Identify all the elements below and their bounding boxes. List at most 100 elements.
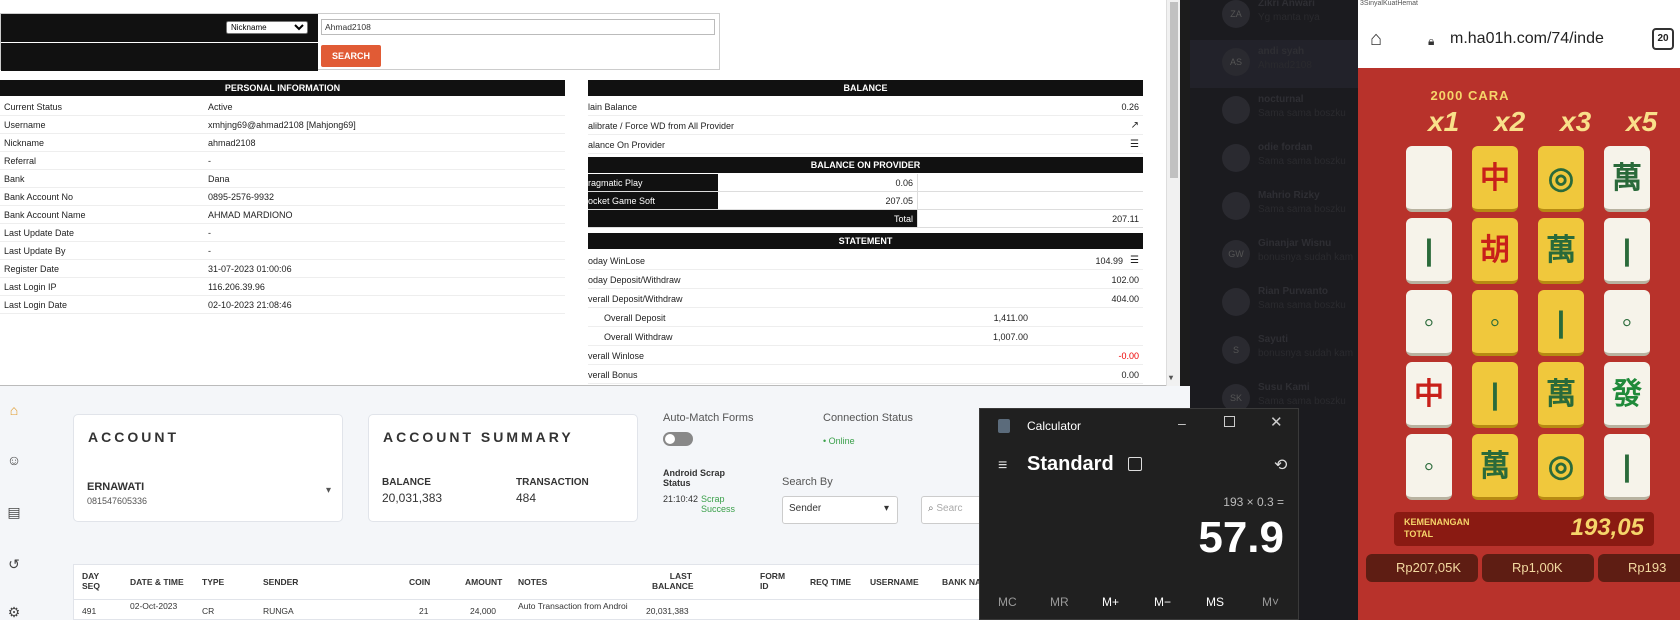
- list-item[interactable]: nocturnal Sama sama boszku: [1190, 88, 1358, 136]
- automatch-toggle[interactable]: [663, 432, 693, 446]
- balance-value: 20,031,383: [382, 491, 443, 505]
- account-phone: 081547605336: [87, 496, 148, 506]
- list-item[interactable]: S Sayuti bonusnya sudah kam: [1190, 328, 1358, 376]
- col-req-time[interactable]: REQ TIME: [810, 577, 851, 587]
- status-bar: 3SinyalKuatHemat: [1358, 0, 1680, 12]
- list-item[interactable]: Mahrio Rizky Sama sama boszku: [1190, 184, 1358, 232]
- col-type[interactable]: TYPE: [202, 577, 224, 587]
- mc-button[interactable]: MC: [998, 595, 1017, 609]
- ms-button[interactable]: MS: [1206, 595, 1224, 609]
- search-field-select[interactable]: Nickname: [226, 21, 308, 34]
- balance-title: BALANCE: [588, 80, 1143, 96]
- search-button[interactable]: SEARCH: [321, 45, 381, 67]
- menu-icon[interactable]: ≡: [998, 457, 1007, 475]
- chat-name: Sayuti: [1258, 334, 1289, 345]
- list-item: Bank Account No 0895-2576-9932: [0, 188, 565, 206]
- list-item: Last Login Date 02-10-2023 21:08:46: [0, 296, 565, 314]
- row-label: lain Balance: [588, 102, 638, 112]
- row-value: 0.26: [1121, 102, 1139, 112]
- row-value: 104.99: [1095, 256, 1123, 266]
- history-icon[interactable]: ↺: [6, 556, 22, 572]
- list-item[interactable]: AS andi syah Ahmad2108: [1190, 40, 1358, 88]
- report-icon[interactable]: ▤: [6, 504, 22, 520]
- chat-message: Sama sama boszku: [1258, 204, 1346, 215]
- transaction-value: 484: [516, 491, 537, 505]
- row-label: Last Login Date: [4, 300, 68, 310]
- col-notes[interactable]: NOTES: [518, 577, 547, 587]
- bank-icon[interactable]: ⌂: [6, 402, 22, 418]
- chevron-down-icon[interactable]: ▾: [326, 485, 331, 496]
- chat-message: Yg manta nya: [1258, 12, 1320, 23]
- settings-icon[interactable]: ⚙: [6, 604, 22, 620]
- col-last-balance[interactable]: LAST BALANCE: [652, 571, 694, 591]
- list-item: Last Login IP 116.206.39.96: [0, 278, 565, 296]
- row-label: Last Update By: [4, 246, 66, 256]
- list-item[interactable]: odie fordan Sama sama boszku: [1190, 136, 1358, 184]
- maximize-icon[interactable]: [1224, 416, 1235, 427]
- col-bank-name[interactable]: BANK NA: [942, 577, 981, 587]
- row-value: -0.00: [1118, 351, 1139, 361]
- col-date-time[interactable]: DATE & TIME: [130, 577, 184, 587]
- cell-type: CR: [202, 606, 215, 616]
- chat-message: Sama sama boszku: [1258, 156, 1346, 167]
- on-provider-row: alance On Provider ☰: [588, 135, 1143, 154]
- m-minus-button[interactable]: M−: [1154, 595, 1171, 609]
- tabs-button[interactable]: 20: [1652, 28, 1674, 50]
- bet-chip: Rp1,00K: [1482, 554, 1594, 582]
- searchby-select[interactable]: Sender ▾: [782, 496, 898, 524]
- col-day-seq[interactable]: DAY SEQ: [82, 571, 106, 591]
- game-area[interactable]: 2000 CARA x1 x2 x3 x5 中 ◎ 萬 | 胡萬 | ◦ ◦ | ◦ 中 | 萬發 ◦ 萬 ◎…: [1358, 68, 1680, 620]
- list-icon[interactable]: ☰: [1130, 139, 1139, 150]
- scroll-down-icon[interactable]: ▾: [1169, 373, 1173, 382]
- lock-icon[interactable]: 🔒︎: [1428, 34, 1434, 49]
- mahjong-tile: ◦: [1472, 290, 1518, 356]
- users-icon[interactable]: ☺: [6, 452, 22, 468]
- row-label: Last Update Date: [4, 228, 75, 238]
- col-sender[interactable]: SENDER: [263, 577, 298, 587]
- balance-label: BALANCE: [382, 477, 431, 488]
- list-icon[interactable]: ☰: [1130, 255, 1139, 266]
- row-value: -: [208, 228, 211, 238]
- search-icon: ⌕: [928, 503, 934, 514]
- cell-date: 02-Oct-2023: [130, 601, 178, 611]
- provider-name: ragmatic Play: [588, 174, 718, 191]
- memory-list-button[interactable]: M˅: [1262, 595, 1279, 609]
- list-item[interactable]: Rian Purwanto Sama sama boszku: [1190, 280, 1358, 328]
- m-plus-button[interactable]: M+: [1102, 595, 1119, 609]
- address-field[interactable]: m.ha01h.com/74/inde: [1450, 30, 1604, 48]
- mahjong-tile: 胡: [1472, 218, 1518, 284]
- keep-on-top-icon[interactable]: [1128, 457, 1142, 471]
- col-amount[interactable]: AMOUNT: [465, 577, 502, 587]
- list-item: Nickname ahmad2108: [0, 134, 565, 152]
- close-icon[interactable]: ✕: [1270, 413, 1283, 431]
- list-item[interactable]: ZA Zikri Anwari Yg manta nya: [1190, 0, 1358, 40]
- transactions-table-header: DAY SEQ DATE & TIME TYPE SENDER COIN AMO…: [73, 564, 998, 600]
- col-username[interactable]: USERNAME: [870, 577, 919, 587]
- table-row[interactable]: 491 02-Oct-2023 CR RUNGA 21 24,000 Auto …: [73, 600, 998, 620]
- history-icon[interactable]: ⟲: [1274, 455, 1287, 475]
- mahjong-tile: 萬: [1538, 362, 1584, 428]
- chat-message: Sama sama boszku: [1258, 396, 1346, 407]
- list-item: Register Date 31-07-2023 01:00:06: [0, 260, 565, 278]
- col-coin[interactable]: COIN: [409, 577, 430, 587]
- home-icon[interactable]: ⌂: [1370, 28, 1382, 51]
- mr-button[interactable]: MR: [1050, 595, 1069, 609]
- list-item[interactable]: GW Ginanjar Wisnu bonusnya sudah kam: [1190, 232, 1358, 280]
- row-label: Last Login IP: [4, 282, 57, 292]
- scroll-thumb[interactable]: [1170, 2, 1178, 178]
- search-input[interactable]: [321, 19, 715, 35]
- scrollbar[interactable]: ▾: [1166, 0, 1180, 386]
- row-value: AHMAD MARDIONO: [208, 210, 293, 220]
- minimize-icon[interactable]: –: [1178, 415, 1186, 431]
- multiplier: x5: [1626, 106, 1658, 137]
- chat-message: Sama sama boszku: [1258, 300, 1346, 311]
- title-bar[interactable]: Calculator – ✕: [980, 409, 1300, 443]
- statement-row: verall Deposit/Withdraw 404.00: [588, 289, 1143, 308]
- balance-chip: Rp207,05K: [1366, 554, 1478, 582]
- chat-name: Rian Purwanto: [1258, 286, 1329, 297]
- share-icon[interactable]: ↗: [1131, 120, 1139, 131]
- row-value: Dana: [208, 174, 230, 184]
- search-bar-left-2: [1, 43, 318, 71]
- row-value: 0.00: [1121, 370, 1139, 380]
- col-form-id[interactable]: FORM ID: [760, 571, 788, 591]
